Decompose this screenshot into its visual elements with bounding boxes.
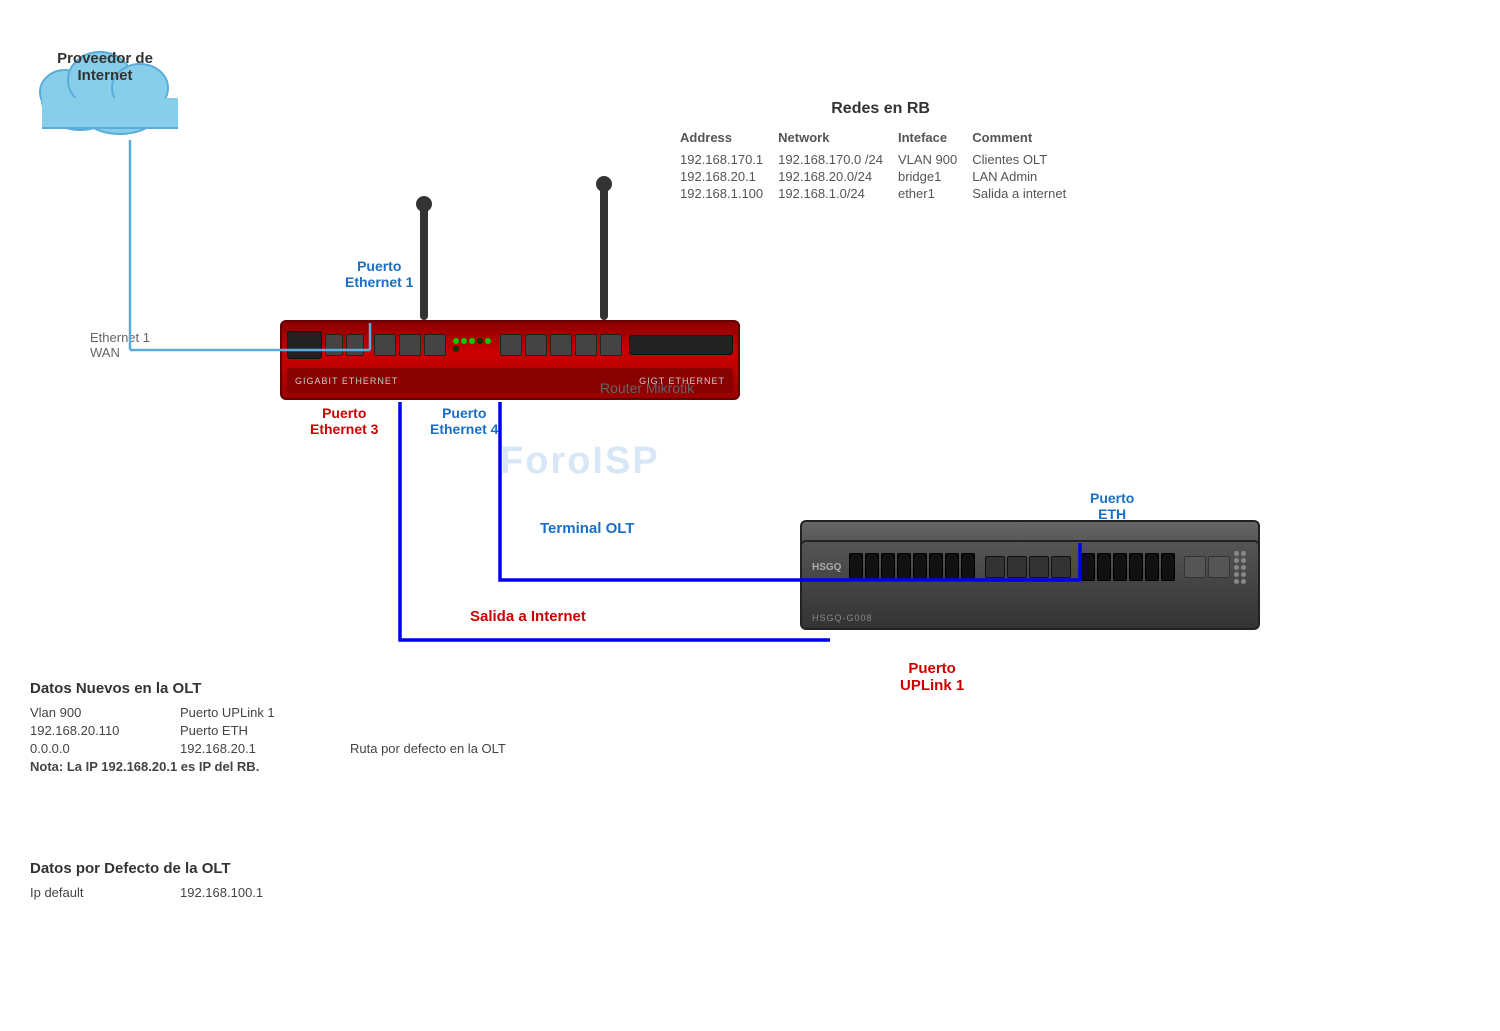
datos-defecto-title: Datos por Defecto de la OLT	[30, 860, 330, 877]
table-cell: 192.168.170.0 /24	[778, 151, 898, 168]
datos-nota: Nota: La IP 192.168.20.1 es IP del RB.	[30, 759, 506, 774]
salida-internet-label: Salida a Internet	[470, 608, 586, 625]
col-interface: Inteface	[898, 128, 972, 151]
antenna-ball-right	[596, 176, 612, 192]
list-item: 0.0.0.0192.168.20.1Ruta por defecto en l…	[30, 741, 506, 756]
antenna-ball-left	[416, 196, 432, 212]
table-cell: ether1	[898, 185, 972, 202]
col-network: Network	[778, 128, 898, 151]
table-cell: 192.168.170.1	[680, 151, 778, 168]
col-comment: Comment	[972, 128, 1081, 151]
datos-nuevos-section: Datos Nuevos en la OLT Vlan 900Puerto UP…	[30, 680, 506, 774]
redes-table: Redes en RB Address Network Inteface Com…	[680, 100, 1081, 202]
port-eth4-label: Puerto Ethernet 4	[430, 405, 498, 437]
ethernet-wan-label: Ethernet 1 WAN	[90, 330, 150, 360]
table-cell: Clientes OLT	[972, 151, 1081, 168]
terminal-olt-label: Terminal OLT	[540, 520, 634, 537]
datos-defecto-section: Datos por Defecto de la OLT Ip default19…	[30, 860, 330, 903]
list-item: Ip default192.168.100.1	[30, 885, 330, 900]
antenna-right	[600, 180, 608, 320]
table-row: 192.168.1.100192.168.1.0/24ether1Salida …	[680, 185, 1081, 202]
cloud-label: Proveedor de Internet	[20, 50, 190, 84]
table-cell: 192.168.1.0/24	[778, 185, 898, 202]
redes-title: Redes en RB	[680, 100, 1081, 118]
table-cell: 192.168.20.0/24	[778, 168, 898, 185]
watermark: ForoISP	[500, 440, 660, 483]
port-eth1-label: Puerto Ethernet 1	[345, 258, 413, 290]
list-item: Vlan 900Puerto UPLink 1	[30, 705, 506, 720]
table-cell: 192.168.1.100	[680, 185, 778, 202]
list-item: 192.168.20.110Puerto ETH	[30, 723, 506, 738]
table-cell: LAN Admin	[972, 168, 1081, 185]
table-cell: bridge1	[898, 168, 972, 185]
table-cell: 192.168.20.1	[680, 168, 778, 185]
router-label: Router Mikrotik	[600, 380, 694, 396]
col-address: Address	[680, 128, 778, 151]
olt-device: HSGQ	[800, 540, 1260, 630]
table-cell: Salida a internet	[972, 185, 1081, 202]
port-uplink-label: Puerto UPLink 1	[900, 660, 964, 694]
port-eth3-label: Puerto Ethernet 3	[310, 405, 378, 437]
antenna-left	[420, 200, 428, 320]
table-row: 192.168.20.1192.168.20.0/24bridge1LAN Ad…	[680, 168, 1081, 185]
port-eth-label: Puerto ETH	[1090, 490, 1134, 522]
datos-nuevos-title: Datos Nuevos en la OLT	[30, 680, 506, 697]
cloud-shape	[30, 30, 190, 140]
table-row: 192.168.170.1192.168.170.0 /24VLAN 900Cl…	[680, 151, 1081, 168]
table-cell: VLAN 900	[898, 151, 972, 168]
